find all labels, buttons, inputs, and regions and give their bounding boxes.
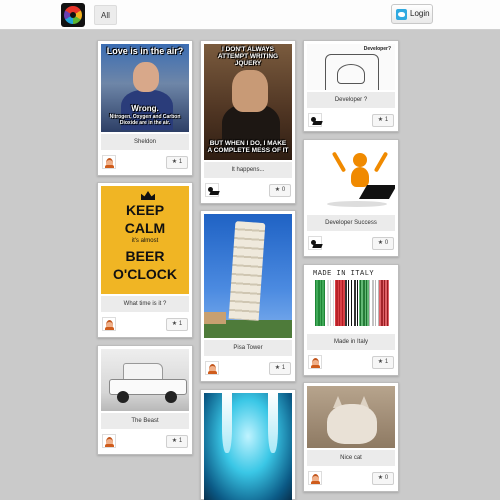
card-caption[interactable]: What time is it ?: [101, 296, 189, 312]
favorite-button[interactable]: ★ 0: [372, 472, 394, 485]
star-icon: ★: [377, 240, 384, 246]
card-image[interactable]: [101, 349, 189, 411]
user-avatar[interactable]: [205, 183, 219, 197]
user-avatar[interactable]: [205, 361, 219, 375]
meme-mid-text: Wrong.: [131, 104, 159, 113]
login-button[interactable]: Login: [391, 4, 433, 24]
twitter-icon: [396, 9, 407, 20]
card-caption[interactable]: Pisa Tower: [204, 340, 292, 356]
favorite-count: 0: [281, 187, 286, 193]
user-avatar[interactable]: [102, 434, 116, 448]
keep-line-1: KEEP: [125, 202, 165, 218]
meme-bottom-text: BUT WHEN I DO, I MAKE A COMPLETE MESS OF…: [207, 140, 289, 154]
card-caption[interactable]: Made in Italy: [307, 334, 395, 350]
card-it-happens[interactable]: I DON'T ALWAYS ATTEMPT WRITING JQUERY BU…: [200, 40, 296, 204]
card-sheldon[interactable]: Love is in the air? Wrong. Nitrogen, Oxy…: [97, 40, 193, 176]
star-icon: ★: [377, 117, 384, 123]
card-developer[interactable]: Developer? Developer ? ★ 1: [303, 40, 399, 132]
top-navigation-bar: All Login: [0, 0, 500, 30]
user-avatar[interactable]: [308, 113, 322, 127]
crown-icon: [141, 191, 155, 200]
favorite-button[interactable]: ★ 1: [166, 435, 188, 448]
star-icon: ★: [171, 321, 178, 327]
favorite-button[interactable]: ★ 0: [372, 237, 394, 250]
card-the-beast[interactable]: The Beast ★ 1: [97, 345, 193, 455]
keep-line-3: it's almost: [131, 238, 159, 244]
card-image[interactable]: Love is in the air? Wrong. Nitrogen, Oxy…: [101, 44, 189, 132]
favorite-count: 1: [178, 159, 183, 165]
card-image[interactable]: [204, 393, 292, 500]
user-avatar[interactable]: [102, 155, 116, 169]
favorite-button[interactable]: ★ 1: [166, 156, 188, 169]
card-caption[interactable]: Developer ?: [307, 92, 395, 108]
card-image[interactable]: MADE IN ITALY: [307, 268, 395, 332]
card-keep-calm[interactable]: KEEP CALM it's almost BEER O'CLOCK What …: [97, 182, 193, 338]
keep-line-2: CALM: [124, 220, 166, 236]
card-image[interactable]: [307, 143, 395, 213]
favorite-count: 1: [178, 321, 183, 327]
user-avatar[interactable]: [308, 355, 322, 369]
star-icon: ★: [377, 359, 384, 365]
favorite-button[interactable]: ★ 1: [372, 356, 394, 369]
favorite-button[interactable]: ★ 1: [372, 114, 394, 127]
card-image[interactable]: I DON'T ALWAYS ATTEMPT WRITING JQUERY BU…: [204, 44, 292, 160]
user-avatar[interactable]: [308, 471, 322, 485]
app-logo[interactable]: [61, 3, 85, 27]
card-pisa-tower[interactable]: Pisa Tower ★ 1: [200, 210, 296, 382]
favorite-count: 1: [281, 365, 286, 371]
card-nice-cat[interactable]: Nice cat ★ 0: [303, 382, 399, 492]
favorite-button[interactable]: ★ 1: [166, 318, 188, 331]
star-icon: ★: [274, 187, 281, 193]
star-icon: ★: [171, 159, 178, 165]
favorite-count: 1: [384, 117, 389, 123]
card-caption[interactable]: It happens...: [204, 162, 292, 178]
card-caption[interactable]: The Beast: [101, 413, 189, 429]
sketch-label: Developer?: [363, 46, 391, 52]
card-caption[interactable]: Developer Success: [307, 215, 395, 231]
favorite-count: 1: [384, 359, 389, 365]
login-label: Login: [410, 9, 430, 18]
card-caption[interactable]: Nice cat: [307, 450, 395, 466]
card-image[interactable]: KEEP CALM it's almost BEER O'CLOCK: [101, 186, 189, 294]
card-image[interactable]: [307, 386, 395, 448]
card-image[interactable]: Developer?: [307, 44, 395, 90]
keep-line-4: BEER: [125, 248, 165, 264]
favorite-count: 0: [384, 475, 389, 481]
favorite-button[interactable]: ★ 0: [269, 184, 291, 197]
nav-all-link[interactable]: All: [94, 5, 117, 25]
meme-top-text: Love is in the air?: [106, 46, 184, 56]
meme-bottom-text: Nitrogen, Oxygen and Carbon Dioxide are …: [109, 114, 181, 126]
keep-line-5: O'CLOCK: [113, 266, 177, 282]
star-icon: ★: [171, 438, 178, 444]
favorite-count: 0: [384, 240, 389, 246]
favorite-button[interactable]: ★ 1: [269, 362, 291, 375]
card-image[interactable]: [204, 214, 292, 338]
logo-icon: [64, 6, 82, 24]
card-developer-success[interactable]: Developer Success ★ 0: [303, 139, 399, 257]
favorite-count: 1: [178, 438, 183, 444]
user-avatar[interactable]: [102, 317, 116, 331]
meme-top-text: I DON'T ALWAYS ATTEMPT WRITING JQUERY: [217, 46, 279, 67]
star-icon: ★: [274, 365, 281, 371]
star-icon: ★: [377, 475, 384, 481]
card-pool[interactable]: [200, 389, 296, 500]
barcode-text: MADE IN ITALY: [313, 270, 375, 278]
card-made-in-italy[interactable]: MADE IN ITALY Made in Italy ★ 1: [303, 264, 399, 376]
user-avatar[interactable]: [308, 236, 322, 250]
card-caption[interactable]: Sheldon: [101, 134, 189, 150]
